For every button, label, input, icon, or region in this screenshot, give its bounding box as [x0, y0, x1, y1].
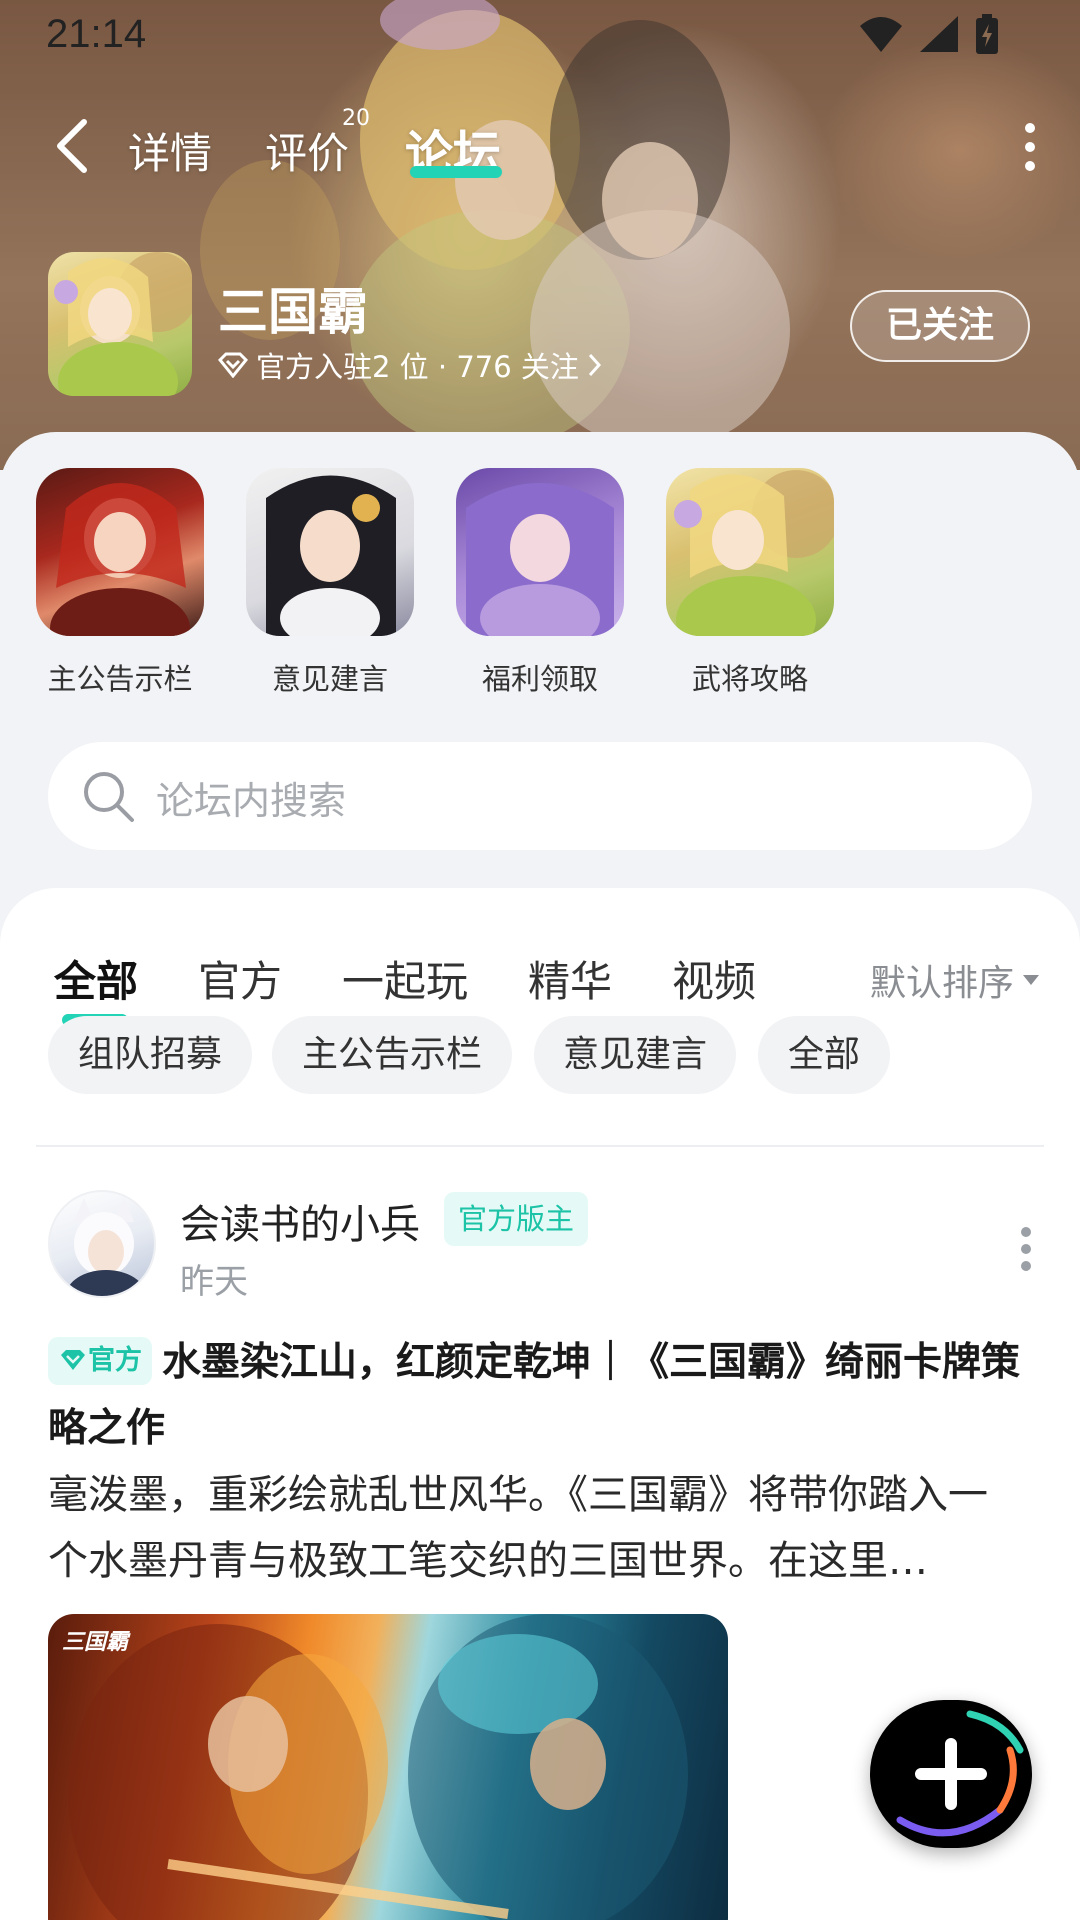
- board-item-announcements[interactable]: 主公告示栏: [20, 468, 220, 698]
- board-thumbnail: [456, 468, 624, 636]
- header-banner: 21:14 详情 评价 20 论坛 三国霸 官方入驻2 位 · 776 关注 已…: [0, 0, 1080, 470]
- forum-search-bar[interactable]: 论坛内搜索: [48, 742, 1032, 850]
- diamond-icon: [218, 352, 248, 378]
- feed-tab-videos[interactable]: 视频: [672, 948, 756, 1009]
- post-title[interactable]: 官方 水墨染江山，红颜定乾坤｜《三国霸》绮丽卡牌策略之作: [48, 1330, 1038, 1462]
- board-art: [50, 483, 190, 636]
- game-stats-text: 官方入驻2 位 · 776 关注: [256, 350, 579, 384]
- plus-icon: [896, 1710, 1024, 1837]
- avatar-art: [66, 1198, 146, 1296]
- chip-suggestions[interactable]: 意见建言: [534, 1016, 736, 1094]
- post-title-text: 水墨染江山，红颜定乾坤｜《三国霸》绮丽卡牌策略之作: [48, 1340, 1021, 1451]
- post-excerpt[interactable]: 毫泼墨，重彩绘就乱世风华。《三国霸》将带你踏入一个水墨丹青与极致工笔交织的三国世…: [48, 1462, 1008, 1594]
- game-stats[interactable]: 官方入驻2 位 · 776 关注: [218, 344, 603, 386]
- reviews-count-badge: 20: [342, 106, 370, 131]
- chip-all[interactable]: 全部: [758, 1016, 890, 1094]
- more-options-icon[interactable]: [1020, 122, 1040, 172]
- feed-tab-play-together[interactable]: 一起玩: [342, 948, 468, 1009]
- game-info: 三国霸 官方入驻2 位 · 776 关注 已关注: [0, 250, 1080, 400]
- status-bar: 21:14: [0, 0, 1080, 70]
- moderator-badge: 官方版主: [444, 1192, 589, 1246]
- board-label: 福利领取: [481, 662, 598, 696]
- top-nav: 详情 评价 20 论坛: [0, 100, 1080, 190]
- feed-tab-all[interactable]: 全部: [54, 948, 138, 1009]
- board-thumbnail: [246, 468, 414, 636]
- diamond-icon: [61, 1350, 85, 1370]
- divider: [36, 1145, 1044, 1147]
- post-image-logo: 三国霸: [62, 1630, 129, 1655]
- follow-button[interactable]: 已关注: [850, 290, 1030, 362]
- author-avatar[interactable]: [48, 1190, 156, 1298]
- create-post-button[interactable]: [870, 1700, 1032, 1848]
- board-shortcuts: 主公告示栏 意见建言 福利领取 武将攻略: [0, 468, 1080, 708]
- game-title: 三国霸: [218, 283, 368, 341]
- tab-details[interactable]: 详情: [128, 120, 212, 181]
- search-placeholder: 论坛内搜索: [156, 779, 347, 823]
- back-arrow-icon[interactable]: [52, 118, 92, 174]
- board-label: 主公告示栏: [47, 662, 193, 696]
- post-more-icon[interactable]: [1018, 1226, 1034, 1272]
- board-thumbnail: [36, 468, 204, 636]
- feed-tab-featured[interactable]: 精华: [528, 948, 612, 1009]
- board-item-suggestions[interactable]: 意见建言: [230, 468, 430, 698]
- active-tab-indicator: [410, 166, 502, 178]
- feed-tab-official[interactable]: 官方: [198, 948, 282, 1009]
- game-icon-art: [54, 252, 192, 396]
- author-name[interactable]: 会读书的小兵: [180, 1192, 420, 1250]
- post-time: 昨天: [180, 1262, 248, 1302]
- chip-announcements[interactable]: 主公告示栏: [272, 1016, 512, 1094]
- wifi-icon: [860, 17, 902, 52]
- sort-dropdown[interactable]: 默认排序: [870, 954, 1040, 1006]
- battery-icon: [976, 14, 998, 54]
- board-item-guides[interactable]: 武将攻略: [650, 468, 850, 698]
- tab-reviews[interactable]: 评价: [265, 120, 349, 181]
- signal-icon: [920, 16, 958, 52]
- board-art: [266, 475, 396, 636]
- official-tag: 官方: [48, 1337, 152, 1385]
- search-icon: [84, 772, 134, 822]
- sort-label: 默认排序: [869, 963, 1014, 1004]
- board-item-rewards[interactable]: 福利领取: [440, 468, 640, 698]
- board-art: [674, 470, 834, 636]
- status-time: 21:14: [46, 12, 147, 56]
- board-label: 武将攻略: [691, 662, 808, 696]
- board-art: [466, 483, 614, 636]
- chip-team-recruit[interactable]: 组队招募: [48, 1016, 252, 1094]
- game-icon[interactable]: [48, 252, 192, 396]
- board-label: 意见建言: [271, 662, 388, 696]
- chevron-right-icon: [588, 353, 601, 377]
- post-image-art: [68, 1614, 688, 1920]
- caret-down-icon: [1023, 975, 1039, 985]
- post-image[interactable]: 三国霸: [48, 1614, 728, 1920]
- board-thumbnail: [666, 468, 834, 636]
- status-icons: [858, 14, 1000, 54]
- official-tag-label: 官方: [88, 1345, 142, 1376]
- forum-page: 21:14 详情 评价 20 论坛 三国霸 官方入驻2 位 · 776 关注 已…: [0, 0, 1080, 1920]
